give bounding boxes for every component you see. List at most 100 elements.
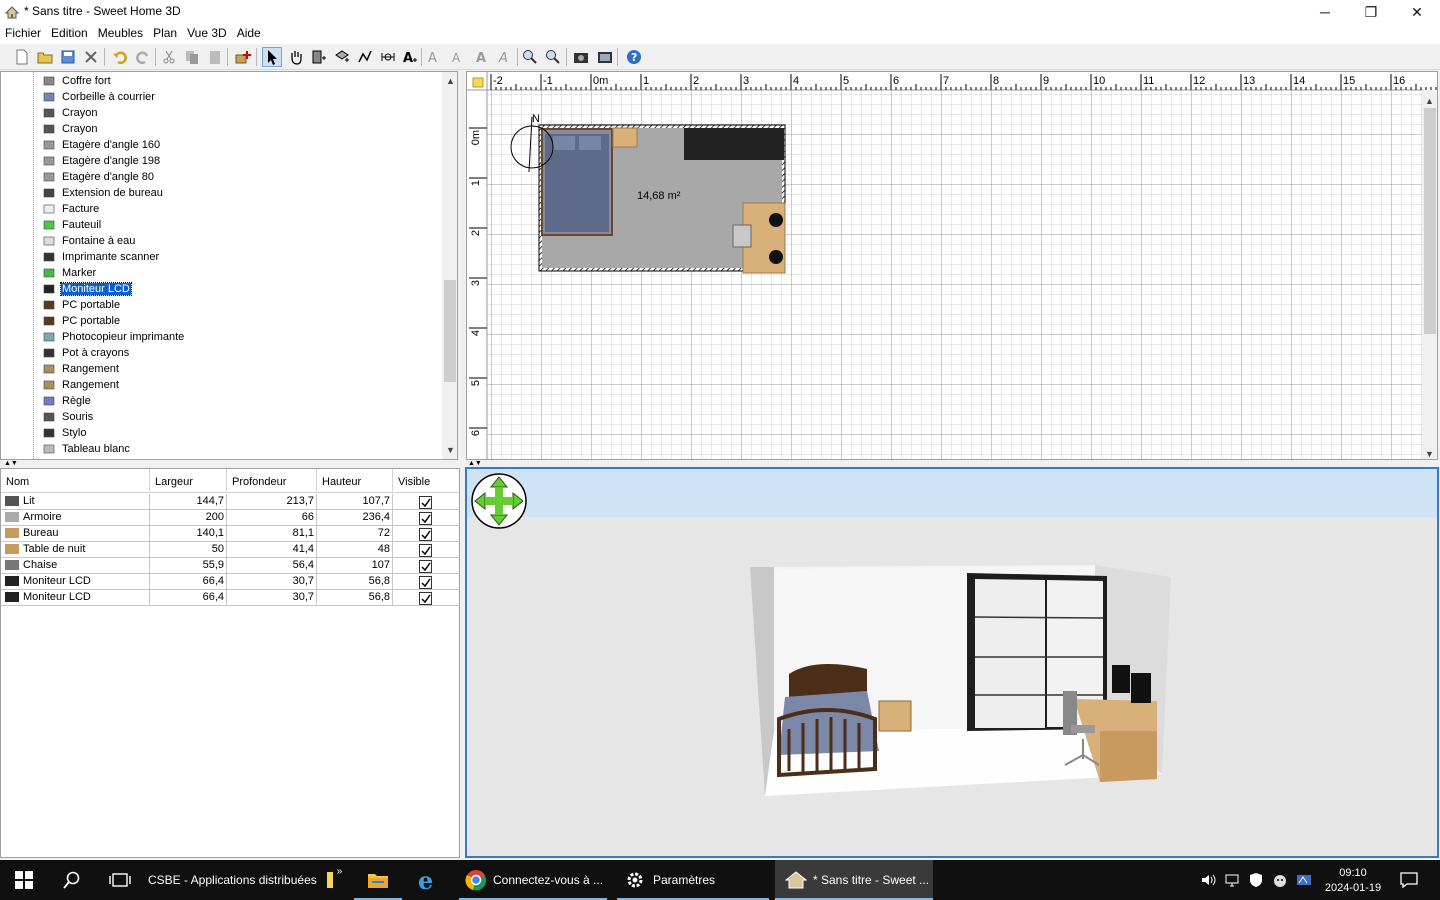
taskbar-edge[interactable]: e — [404, 860, 452, 900]
monitor-plan-2[interactable] — [769, 250, 783, 264]
app-tray-icon[interactable] — [1270, 860, 1290, 900]
help-icon[interactable]: ? — [624, 47, 644, 67]
monitor-plan-1[interactable] — [769, 213, 783, 227]
copy-icon[interactable] — [182, 47, 202, 67]
view-3d[interactable] — [465, 467, 1439, 858]
table-row[interactable]: Table de nuit 50 41,4 48 — [1, 542, 459, 558]
column-header-largeur[interactable]: Largeur — [150, 469, 227, 493]
catalog-item[interactable]: Marker — [41, 265, 97, 281]
visible-checkbox[interactable] — [419, 528, 432, 541]
maximize-button[interactable]: ❐ — [1348, 0, 1394, 24]
catalog-item[interactable]: Etagère d'angle 80 — [41, 169, 155, 185]
furniture-catalog[interactable]: Coffre fort Corbeille à courrier Crayon Cra… — [0, 71, 458, 460]
create-polylines-icon[interactable] — [355, 47, 375, 67]
menu-edition[interactable]: Edition — [46, 24, 93, 40]
catalog-item[interactable]: Fauteuil — [41, 217, 102, 233]
catalog-item[interactable]: Pot à crayons — [41, 345, 130, 361]
table-row[interactable]: Armoire 200 66 236,4 — [1, 510, 459, 526]
plan-scroll-thumb[interactable] — [1424, 108, 1436, 334]
notifications-icon[interactable] — [1394, 860, 1424, 900]
taskbar-file-explorer[interactable] — [354, 860, 402, 900]
taskbar-item-csbe[interactable]: CSBE - Applications distribuées » — [144, 860, 344, 900]
network-icon[interactable] — [1222, 860, 1242, 900]
menu-vue3d[interactable]: Vue 3D — [182, 24, 232, 40]
catalog-item[interactable]: Facture — [41, 201, 100, 217]
italic-text-icon[interactable]: A — [495, 47, 515, 67]
table-row[interactable]: Moniteur LCD 66,4 30,7 56,8 — [1, 574, 459, 590]
zoom-out-icon[interactable] — [543, 47, 563, 67]
catalog-item[interactable]: Rangement — [41, 361, 120, 377]
catalog-scrollbar[interactable]: ▲ ▼ — [442, 72, 457, 459]
table-row[interactable]: Chaise 55,9 56,4 107 — [1, 558, 459, 574]
catalog-item[interactable]: Tableau blanc — [41, 441, 131, 457]
nightstand-plan[interactable] — [612, 127, 638, 148]
plan-canvas[interactable]: -2 -1 0m 1 2 3 4 5 6 7 8 9 10 11 12 13 14 15 16 0m123456 1… — [467, 72, 1438, 460]
chair-plan[interactable] — [732, 224, 752, 248]
create-dimensions-icon[interactable] — [378, 47, 398, 67]
catalog-item[interactable]: Etagère d'angle 160 — [41, 137, 161, 153]
catalog-item[interactable]: Crayon — [41, 105, 98, 121]
catalog-item[interactable]: Fontaine à eau — [41, 233, 136, 249]
create-photo-icon[interactable] — [571, 47, 591, 67]
visible-checkbox[interactable] — [419, 496, 432, 509]
cut-icon[interactable] — [159, 47, 179, 67]
splitter-right-arrows[interactable]: ▲▼ — [468, 460, 482, 467]
visible-checkbox[interactable] — [419, 512, 432, 525]
visible-checkbox[interactable] — [419, 544, 432, 557]
minimize-button[interactable]: ─ — [1302, 0, 1348, 24]
clock[interactable]: 09:10 2024-01-19 — [1318, 860, 1388, 900]
zoom-in-icon[interactable] — [520, 47, 540, 67]
catalog-item[interactable]: Extension de bureau — [41, 185, 164, 201]
table-row[interactable]: Bureau 140,1 81,1 72 — [1, 526, 459, 542]
column-header-hauteur[interactable]: Hauteur — [317, 469, 393, 493]
add-furniture-icon[interactable] — [233, 47, 253, 67]
create-video-icon[interactable] — [595, 47, 615, 67]
catalog-item[interactable]: Moniteur LCD — [41, 281, 132, 297]
menu-aide[interactable]: Aide — [232, 24, 266, 40]
new-file-icon[interactable] — [12, 47, 32, 67]
catalog-item[interactable]: Imprimante scanner — [41, 249, 160, 265]
visible-checkbox[interactable] — [419, 576, 432, 589]
taskbar-item-sweethome[interactable]: * Sans titre - Sweet ... — [775, 860, 933, 900]
bold-text-icon[interactable]: A — [472, 47, 492, 67]
add-text-icon[interactable]: A — [400, 47, 420, 67]
close-button[interactable]: ✕ — [1394, 0, 1440, 24]
security-shield-icon[interactable] — [1246, 860, 1266, 900]
pan-mode-icon[interactable] — [286, 47, 306, 67]
catalog-item[interactable]: Coffre fort — [41, 73, 112, 89]
scene-3d[interactable] — [467, 469, 1437, 856]
catalog-item[interactable]: Photocopieur imprimante — [41, 329, 185, 345]
furniture-list[interactable]: Nom Largeur Profondeur Hauteur Visible L… — [0, 468, 460, 858]
create-walls-icon[interactable] — [309, 47, 329, 67]
navigation-arrows[interactable] — [471, 473, 527, 529]
plan-view[interactable]: -2 -1 0m 1 2 3 4 5 6 7 8 9 10 11 12 13 14 15 16 0m 1 2 3 4 5 6 1… — [466, 71, 1438, 460]
create-rooms-icon[interactable] — [332, 47, 352, 67]
column-header-visible[interactable]: Visible — [393, 469, 459, 493]
taskbar-item-chrome[interactable]: Connectez-vous à ... — [459, 860, 607, 900]
paste-icon[interactable] — [205, 47, 225, 67]
menu-fichier[interactable]: Fichier — [0, 24, 46, 40]
catalog-item[interactable]: PC portable — [41, 313, 121, 329]
select-mode-icon[interactable] — [262, 47, 282, 67]
language-tray-icon[interactable] — [1294, 860, 1314, 900]
catalog-item[interactable]: Corbeille à courrier — [41, 89, 156, 105]
visible-checkbox[interactable] — [419, 592, 432, 605]
column-header-nom[interactable]: Nom — [1, 469, 150, 493]
splitter-left-arrows[interactable]: ▲▼ — [4, 460, 18, 467]
menu-plan[interactable]: Plan — [148, 24, 182, 40]
task-view-icon[interactable] — [96, 860, 144, 900]
search-icon[interactable] — [48, 860, 96, 900]
table-row[interactable]: Moniteur LCD 66,4 30,7 56,8 — [1, 590, 459, 606]
undo-icon[interactable] — [110, 47, 130, 67]
visible-checkbox[interactable] — [419, 560, 432, 573]
wardrobe-plan[interactable] — [684, 128, 784, 160]
table-row[interactable]: Lit 144,7 213,7 107,7 — [1, 494, 459, 510]
catalog-item[interactable]: Rangement — [41, 377, 120, 393]
volume-icon[interactable] — [1198, 860, 1218, 900]
increase-text-icon[interactable]: A — [425, 47, 445, 67]
redo-icon[interactable] — [133, 47, 153, 67]
catalog-item[interactable]: Etagère d'angle 198 — [41, 153, 161, 169]
decrease-text-icon[interactable]: A — [448, 47, 468, 67]
open-file-icon[interactable] — [35, 47, 55, 67]
catalog-item[interactable]: Règle — [41, 393, 92, 409]
